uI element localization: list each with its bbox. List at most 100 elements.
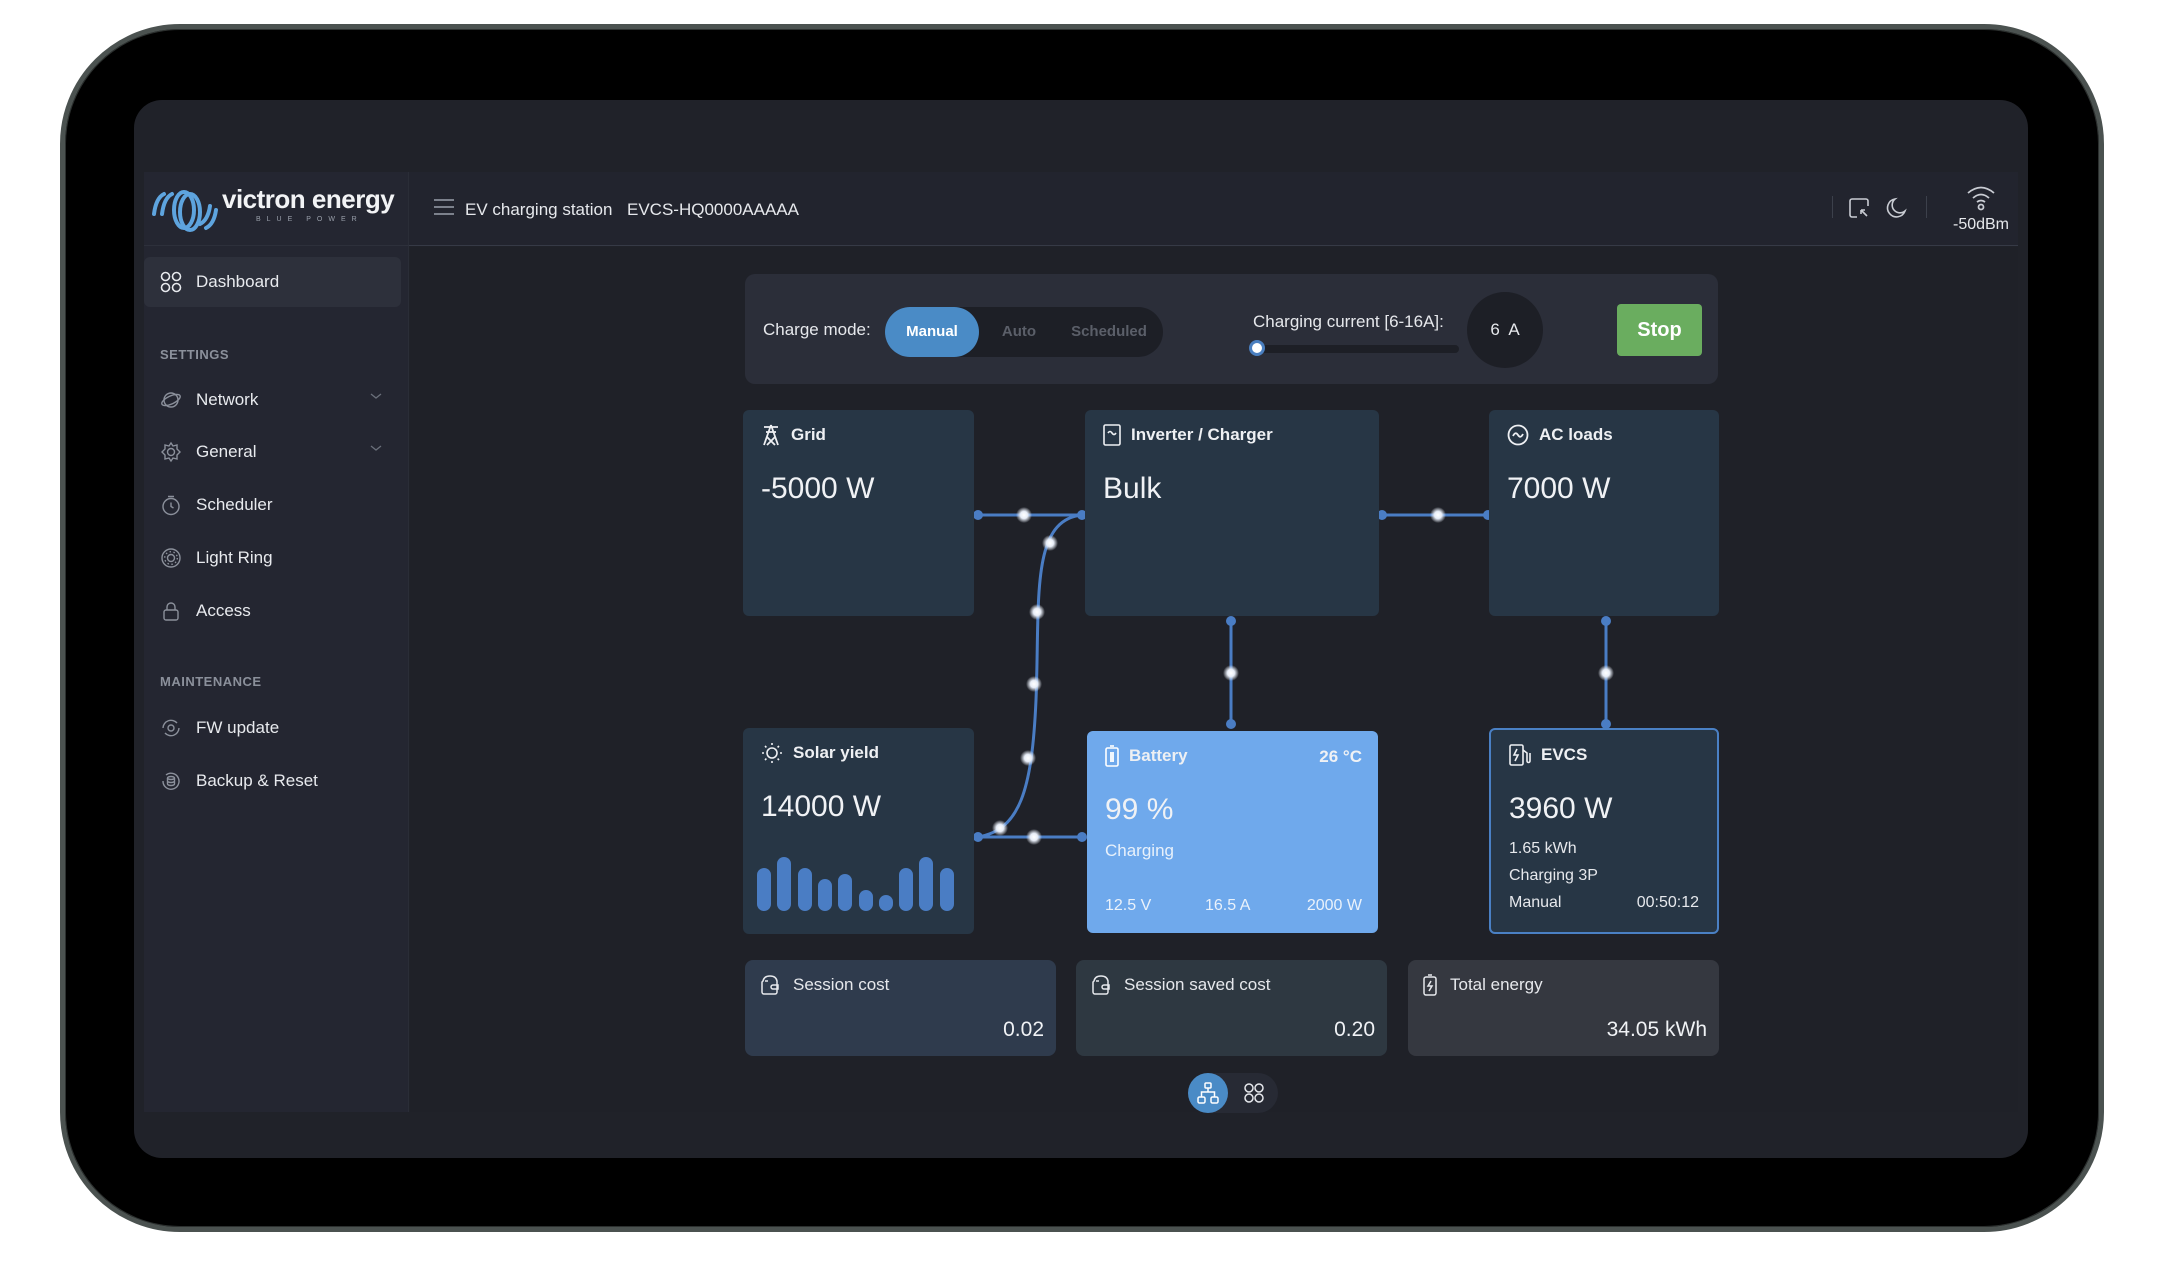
maintenance-section-title: MAINTENANCE (160, 674, 262, 689)
metric-label: Session cost (793, 975, 890, 994)
flow-view-button[interactable] (1188, 1073, 1228, 1113)
metric-value: 0.02 (1003, 1018, 1044, 1041)
evcs-mode: Manual (1509, 894, 1562, 911)
battery-temperature: 26 °C (1319, 747, 1362, 766)
inverter-state-value: Bulk (1103, 472, 1162, 505)
wifi-signal-strength: -50dBm (1952, 216, 2010, 233)
charge-mode-label: Charge mode: (763, 320, 871, 339)
sidebar-item-dashboard[interactable]: Dashboard (144, 257, 401, 307)
grid-view-button[interactable] (1234, 1073, 1274, 1113)
charge-mode-selector: Manual Auto Scheduled (885, 307, 1163, 357)
sun-icon (762, 743, 782, 763)
session-saved-cost-card: Session saved cost 0.20 (1076, 960, 1387, 1056)
victron-logo-icon (152, 190, 218, 232)
inverter-icon (1103, 424, 1121, 446)
grid-card[interactable]: Grid -5000 W (743, 410, 974, 616)
evcs-card[interactable]: EVCS 3960 W 1.65 kWh Charging 3P Manual … (1489, 728, 1719, 934)
solar-history-bar (899, 867, 914, 911)
slider-handle[interactable] (1249, 340, 1265, 356)
solar-power-value: 14000 W (761, 790, 882, 823)
card-title: EVCS (1541, 745, 1588, 764)
card-title: Solar yield (793, 743, 879, 762)
grid-view-icon (1244, 1083, 1264, 1103)
sidebar-item-label: Network (196, 390, 259, 409)
database-icon (158, 768, 184, 794)
current-value: 6 (1490, 320, 1500, 339)
wallet-icon (1092, 975, 1110, 995)
page-title: EV charging station (465, 200, 613, 219)
sidebar-item-label: FW update (196, 718, 280, 737)
battery-icon (1105, 745, 1119, 767)
light-ring-icon (158, 545, 184, 571)
sidebar-item-fw-update[interactable]: FW update (144, 703, 401, 753)
battery-power: 2000 W (1306, 897, 1362, 914)
card-header: EVCS (1509, 744, 1587, 766)
charging-current-label: Charging current [6-16A]: (1253, 312, 1444, 331)
session-cost-card: Session cost 0.02 (745, 960, 1056, 1056)
card-title: Grid (791, 425, 826, 444)
lock-icon (158, 598, 184, 624)
gear-icon (158, 439, 184, 465)
solar-history-bar (919, 857, 934, 911)
battery-bolt-icon (1423, 974, 1437, 996)
solar-history-bar (878, 894, 893, 911)
card-title: Inverter / Charger (1131, 425, 1273, 444)
metric-value: 34.05 kWh (1606, 1018, 1707, 1041)
sidebar-item-label: Scheduler (196, 495, 273, 514)
battery-voltage: 12.5 V (1105, 897, 1152, 914)
card-header: AC loads (1507, 424, 1613, 446)
solar-yield-card[interactable]: Solar yield 14000 W (743, 728, 974, 934)
inverter-charger-card[interactable]: Inverter / Charger Bulk (1085, 410, 1379, 616)
card-header: Grid (761, 424, 826, 446)
brand-logo: victron energy BLUE POWER (144, 172, 409, 246)
sidebar-item-network[interactable]: Network (144, 375, 401, 425)
sidebar-item-general[interactable]: General (144, 427, 401, 477)
metric-header: Session saved cost (1090, 974, 1270, 996)
battery-card[interactable]: Battery 26 °C 99 % Charging 12.5 V 16.5 … (1087, 731, 1378, 933)
wallet-icon (761, 975, 779, 995)
fullscreen-exit-icon[interactable] (1847, 196, 1871, 220)
solar-history-bar (939, 867, 954, 911)
battery-current: 16.5 A (1205, 897, 1251, 914)
charge-mode-manual[interactable]: Manual (885, 307, 979, 357)
sidebar-item-backup-reset[interactable]: Backup & Reset (144, 756, 401, 806)
divider (1832, 196, 1833, 218)
sidebar-item-label: Light Ring (196, 548, 273, 567)
charge-mode-auto[interactable]: Auto (983, 307, 1055, 357)
sidebar-item-label: Access (196, 601, 251, 620)
grid-power-value: -5000 W (761, 472, 875, 505)
flow-diagram-icon (1197, 1082, 1219, 1104)
chevron-down-icon[interactable] (369, 391, 383, 401)
charge-control-bar: Charge mode: Manual Auto Scheduled Charg… (745, 274, 1718, 384)
solar-history-bar (817, 878, 832, 911)
power-pylon-icon (763, 424, 779, 446)
hamburger-menu-icon[interactable] (433, 198, 455, 216)
solar-history-bar (838, 873, 853, 911)
ac-loads-card[interactable]: AC loads 7000 W (1489, 410, 1719, 616)
current-unit: A (1508, 320, 1520, 339)
battery-state: Charging (1105, 841, 1174, 860)
metric-value: 0.20 (1334, 1018, 1375, 1041)
card-header: Solar yield (761, 742, 879, 764)
stop-charging-button[interactable]: Stop (1617, 304, 1702, 356)
dark-mode-moon-icon[interactable] (1885, 196, 1909, 220)
solar-history-bar (777, 857, 792, 911)
chevron-down-icon[interactable] (369, 443, 383, 453)
globe-icon (158, 387, 184, 413)
charging-current-readout: 6 A (1467, 292, 1543, 368)
solar-history-bar (858, 889, 873, 911)
sidebar-item-label: Backup & Reset (196, 771, 318, 790)
sidebar-item-access[interactable]: Access (144, 586, 401, 636)
top-bar: EV charging station EVCS-HQ0000AAAAA -50… (409, 172, 2018, 246)
evcs-elapsed-time: 00:50:12 (1636, 894, 1699, 911)
sidebar-item-label: Dashboard (196, 272, 280, 291)
sidebar-item-scheduler[interactable]: Scheduler (144, 480, 401, 530)
sidebar-item-light-ring[interactable]: Light Ring (144, 533, 401, 583)
card-title: AC loads (1539, 425, 1613, 444)
refresh-icon (158, 715, 184, 741)
divider (1926, 196, 1927, 218)
metric-header: Session cost (759, 974, 889, 996)
metric-header: Total energy (1422, 974, 1543, 996)
charge-mode-scheduled[interactable]: Scheduled (1057, 307, 1161, 357)
charging-current-slider[interactable] (1249, 340, 1459, 356)
